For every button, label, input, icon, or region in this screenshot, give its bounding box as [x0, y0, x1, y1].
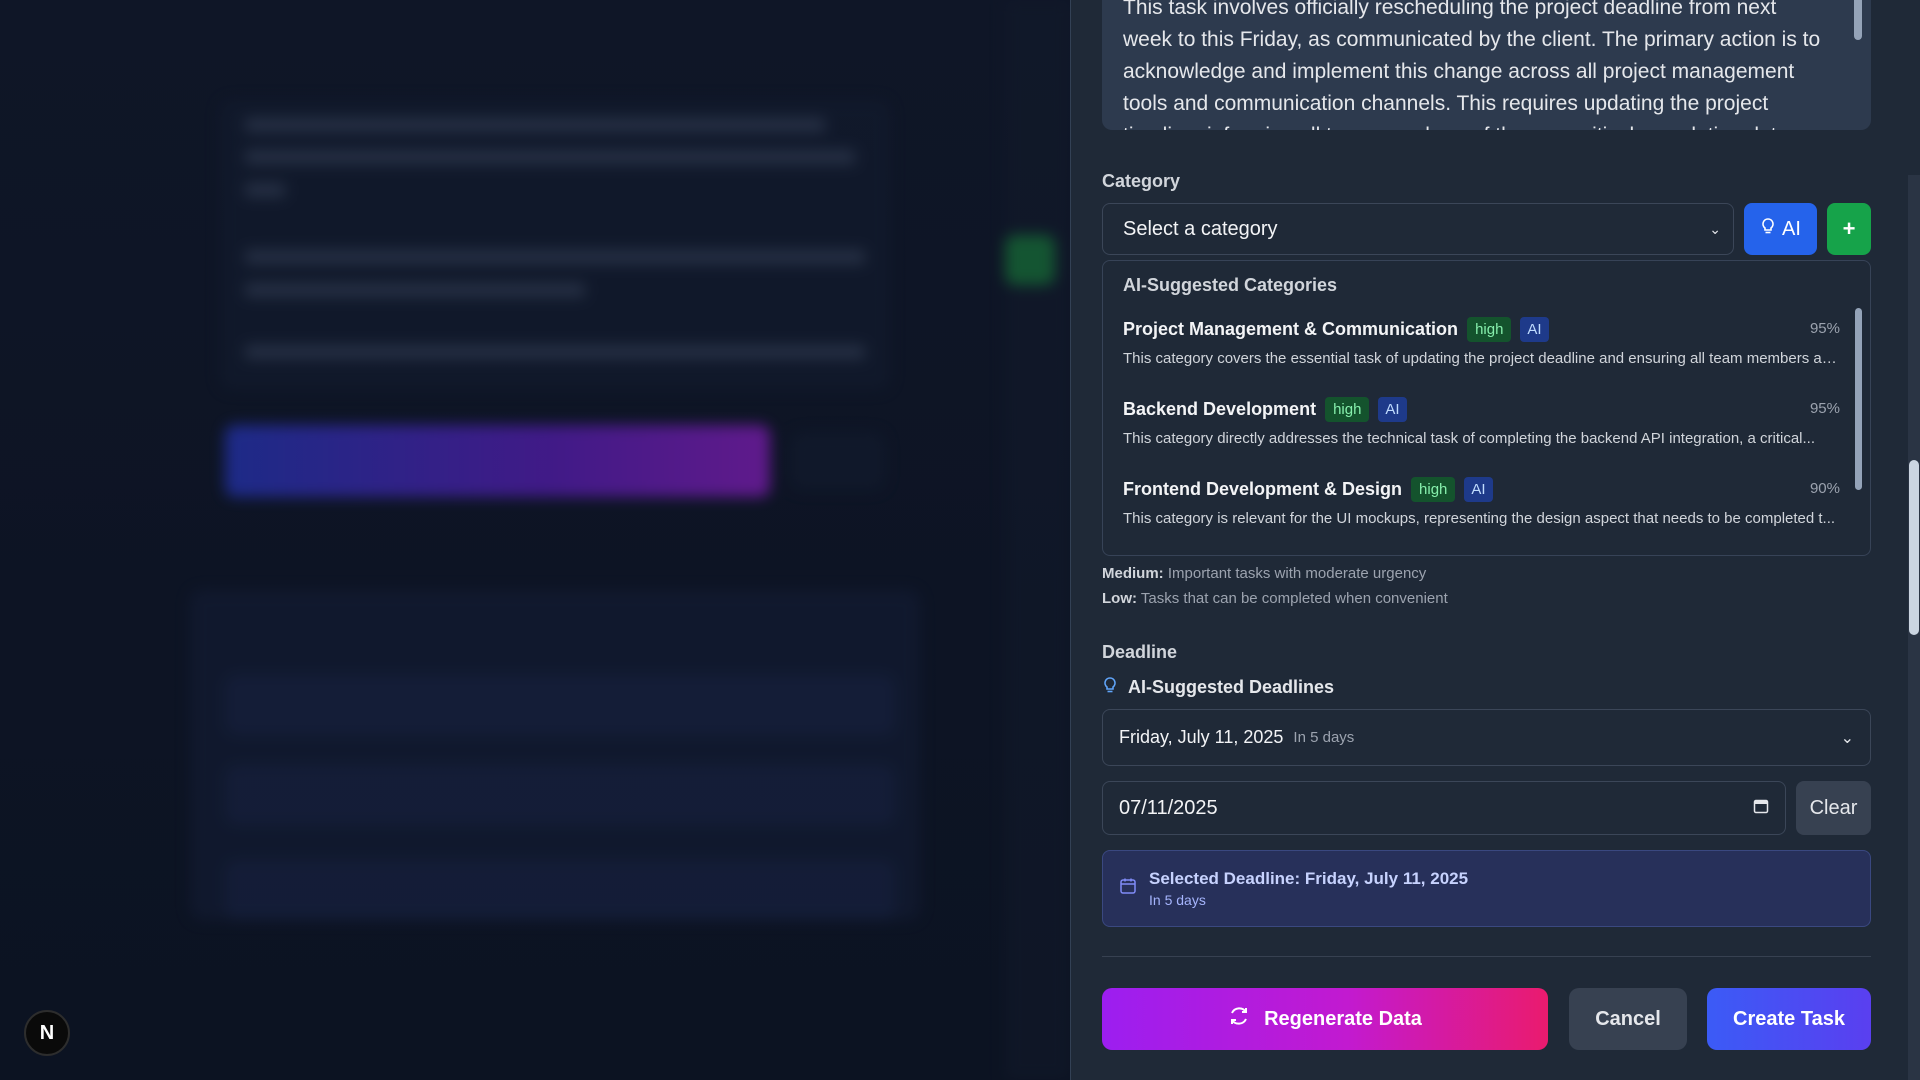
- refresh-icon: [1228, 1005, 1250, 1033]
- bg-text-line: [245, 250, 865, 264]
- cancel-button[interactable]: Cancel: [1569, 988, 1687, 1050]
- category-select[interactable]: Select a category ⌄: [1102, 203, 1734, 255]
- bg-card: [790, 432, 885, 490]
- selected-deadline-info: Selected Deadline: Friday, July 11, 2025…: [1102, 850, 1871, 927]
- priority-medium-text: Important tasks with moderate urgency: [1167, 565, 1427, 582]
- priority-badge: high: [1411, 476, 1456, 502]
- ai-badge: AI: [1378, 396, 1407, 422]
- suggestion-description: This category covers the essential task …: [1123, 350, 1838, 367]
- dev-tools-badge[interactable]: N: [24, 1010, 70, 1056]
- calendar-icon: [1119, 877, 1137, 900]
- ai-suggestions-title: AI-Suggested Categories: [1123, 275, 1338, 295]
- create-task-label: Create Task: [1733, 1007, 1845, 1030]
- ai-deadlines-heading: AI-Suggested Deadlines: [1102, 676, 1334, 699]
- bg-green-button: [1005, 235, 1055, 285]
- priority-badge: high: [1467, 316, 1512, 342]
- add-category-button[interactable]: +: [1827, 203, 1871, 255]
- priority-medium-label: Medium:: [1102, 565, 1164, 582]
- panel-scrollbar-thumb[interactable]: [1909, 460, 1919, 635]
- suggested-deadline-date: Friday, July 11, 2025: [1119, 727, 1284, 747]
- create-task-panel: This task involves officially rescheduli…: [1070, 0, 1920, 1080]
- suggestion-description: This category directly addresses the tec…: [1123, 430, 1816, 447]
- bg-column: [1005, 0, 1070, 1080]
- lightbulb-icon: [1102, 676, 1118, 699]
- bg-text-line: [245, 150, 855, 164]
- badge-letter: N: [39, 1021, 55, 1044]
- deadline-label: Deadline: [1102, 642, 1178, 662]
- lightbulb-icon: [1760, 217, 1776, 241]
- ai-deadlines-title: AI-Suggested Deadlines: [1128, 677, 1335, 697]
- background-page: [0, 0, 1070, 1080]
- regenerate-label: Regenerate Data: [1264, 1007, 1422, 1030]
- confidence-value: 90%: [1809, 480, 1840, 497]
- priority-help-low: Low: Tasks that can be completed when co…: [1102, 590, 1448, 607]
- regenerate-data-button[interactable]: Regenerate Data: [1102, 988, 1548, 1050]
- suggestion-item[interactable]: Frontend Development & Design high AI 90…: [1123, 474, 1850, 554]
- plus-icon: +: [1842, 216, 1856, 241]
- bg-text-line: [245, 283, 585, 297]
- ai-button-label: AI: [1782, 217, 1801, 240]
- selected-deadline-relative: In 5 days: [1149, 892, 1206, 908]
- suggestion-name: Frontend Development & Design: [1123, 478, 1403, 499]
- category-placeholder: Select a category: [1123, 217, 1278, 240]
- bg-text-line: [245, 183, 285, 197]
- suggestion-description: This category is relevant for the UI moc…: [1123, 510, 1836, 527]
- chevron-down-icon: ⌄: [1709, 220, 1721, 237]
- description-textarea[interactable]: This task involves officially rescheduli…: [1102, 0, 1871, 130]
- suggestion-item[interactable]: Backend Development high AI 95% This cat…: [1123, 394, 1850, 474]
- priority-low-text: Tasks that can be completed when conveni…: [1140, 590, 1448, 607]
- ai-suggestions-dropdown: AI-Suggested Categories Project Manageme…: [1102, 260, 1871, 556]
- chevron-down-icon: ⌄: [1840, 729, 1854, 747]
- footer-divider: [1102, 956, 1871, 957]
- suggestion-name: Backend Development: [1123, 398, 1317, 419]
- background-blur: [0, 0, 1070, 1080]
- deadline-date-input[interactable]: 07/11/2025: [1102, 781, 1786, 835]
- suggestions-scrollbar[interactable]: [1855, 308, 1862, 490]
- bg-text-line: [245, 118, 825, 132]
- deadline-date-value: 07/11/2025: [1119, 796, 1218, 819]
- ai-badge: AI: [1520, 316, 1549, 342]
- bg-card: [225, 860, 895, 920]
- category-label: Category: [1102, 171, 1181, 191]
- ai-badge: AI: [1464, 476, 1493, 502]
- create-task-button[interactable]: Create Task: [1707, 988, 1871, 1050]
- suggestion-item[interactable]: Project Management & Communication high …: [1123, 314, 1850, 394]
- bg-gradient-button: [225, 425, 770, 497]
- confidence-value: 95%: [1809, 400, 1840, 417]
- clear-deadline-button[interactable]: Clear: [1796, 781, 1871, 835]
- clear-button-label: Clear: [1809, 796, 1858, 819]
- priority-badge: high: [1325, 396, 1370, 422]
- description-scrollbar[interactable]: [1854, 0, 1862, 40]
- ai-suggest-button[interactable]: AI: [1744, 203, 1817, 255]
- calendar-icon[interactable]: [1753, 798, 1769, 819]
- suggested-deadline-select[interactable]: Friday, July 11, 2025 In 5 days ⌄: [1102, 709, 1871, 766]
- selected-deadline-title: Selected Deadline: Friday, July 11, 2025: [1149, 869, 1469, 888]
- confidence-value: 95%: [1809, 320, 1840, 337]
- priority-low-label: Low:: [1102, 590, 1137, 607]
- bg-text-line: [245, 345, 865, 359]
- bg-card: [225, 675, 895, 735]
- suggested-deadline-relative: In 5 days: [1293, 729, 1355, 746]
- suggestion-name: Project Management & Communication: [1123, 318, 1459, 339]
- priority-help-medium: Medium: Important tasks with moderate ur…: [1102, 565, 1426, 582]
- bg-card: [225, 765, 895, 825]
- cancel-label: Cancel: [1595, 1007, 1661, 1030]
- description-text: This task involves officially rescheduli…: [1123, 0, 1821, 130]
